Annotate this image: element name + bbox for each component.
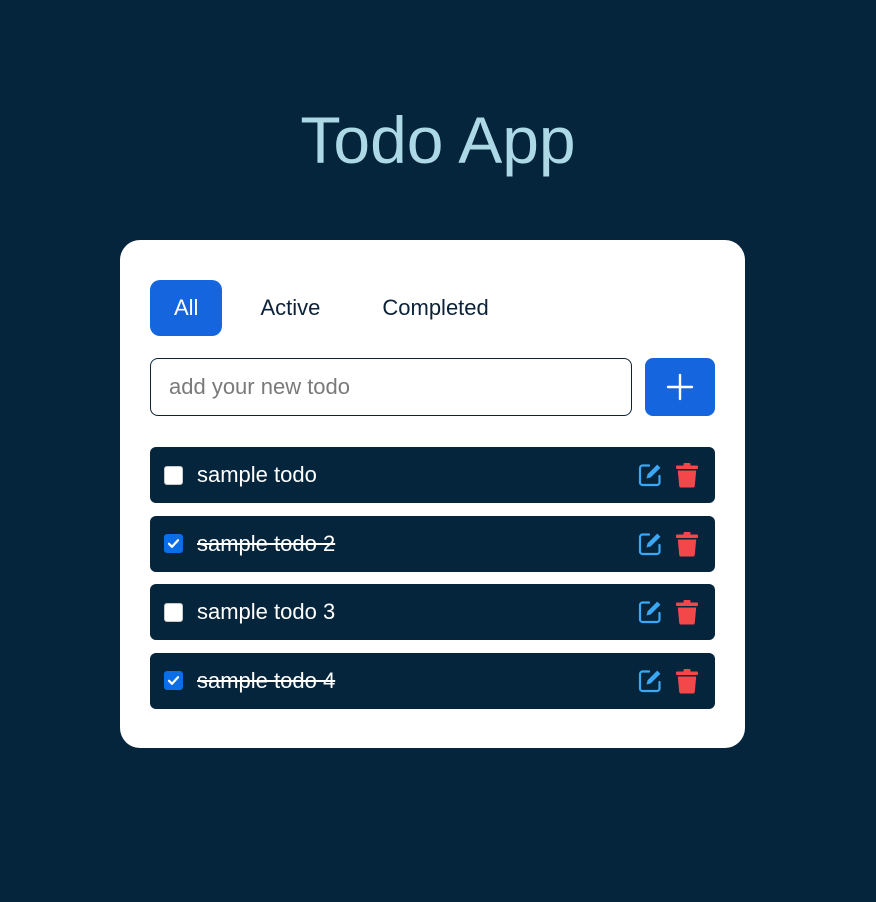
todo-actions (636, 598, 701, 626)
edit-icon[interactable] (636, 461, 664, 489)
todo-actions (636, 530, 701, 558)
todo-item: sample todo 2 (150, 515, 715, 572)
todo-list: sample todo sample todo 2 sample todo 3 … (150, 447, 715, 709)
app-title: Todo App (300, 103, 576, 177)
todo-checkbox[interactable] (164, 602, 183, 622)
edit-icon[interactable] (636, 598, 664, 626)
edit-icon[interactable] (636, 530, 664, 558)
todo-item: sample todo 3 (150, 584, 715, 640)
add-todo-button[interactable] (645, 358, 715, 416)
trash-icon[interactable] (673, 530, 701, 558)
todo-text: sample todo (197, 462, 317, 487)
todo-card: All Active Completed sample todo (120, 240, 745, 748)
todo-actions (636, 667, 701, 695)
trash-icon[interactable] (673, 667, 701, 695)
todo-actions (636, 461, 701, 489)
todo-item: sample todo (150, 447, 715, 503)
todo-text: sample todo 2 (197, 530, 336, 556)
plus-icon (666, 373, 694, 401)
todo-text: sample todo 4 (197, 667, 336, 693)
checkmark-icon (167, 539, 180, 548)
tab-completed[interactable]: Completed (358, 280, 512, 336)
new-todo-input[interactable] (150, 358, 632, 416)
todo-item: sample todo 4 (150, 652, 715, 709)
checkmark-icon (167, 676, 180, 685)
todo-checkbox[interactable] (164, 465, 183, 485)
todo-checkbox[interactable] (164, 534, 183, 553)
tab-active[interactable]: Active (236, 280, 344, 336)
tab-all[interactable]: All (150, 280, 223, 336)
trash-icon[interactable] (673, 598, 701, 626)
trash-icon[interactable] (673, 461, 701, 489)
edit-icon[interactable] (636, 667, 664, 695)
todo-text: sample todo 3 (197, 599, 336, 624)
filter-tabs: All Active Completed (150, 280, 715, 336)
todo-checkbox[interactable] (164, 671, 183, 690)
add-todo-row (150, 358, 715, 416)
